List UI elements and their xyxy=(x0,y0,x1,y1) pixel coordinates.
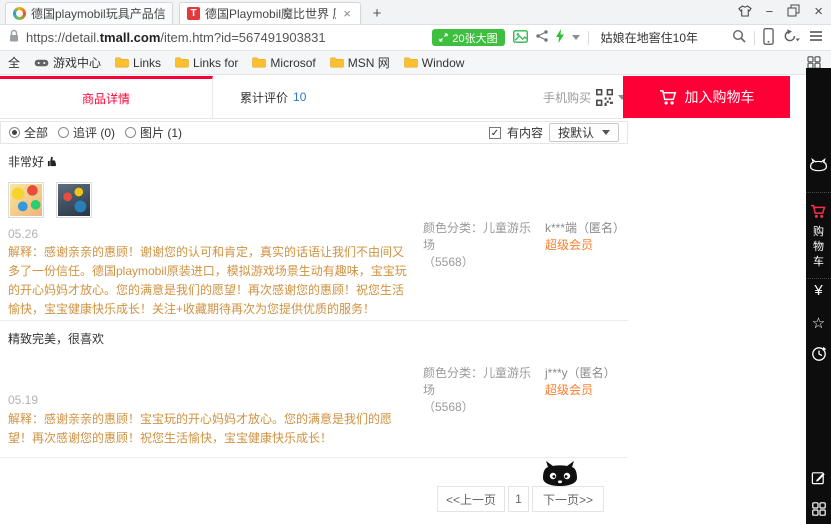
browser-tab-bar: 德国playmobil玩具产品信息介绍 T 德国Playmobil魔比世界 原装… xyxy=(0,0,831,25)
current-page-indicator: 1 xyxy=(508,486,529,512)
history-clock-icon[interactable] xyxy=(806,346,831,362)
review-date: 05.19 xyxy=(8,393,38,407)
lightning-icon[interactable] xyxy=(556,29,564,46)
browser-tab-search-result[interactable]: 德国playmobil玩具产品信息介绍 xyxy=(5,2,173,24)
seller-reply: 解释：感谢亲亲的惠顾！宝宝玩的开心妈妈才放心。您的满意是我们的愿望！再次感谢您的… xyxy=(8,410,410,448)
big-image-badge[interactable]: 20张大图 xyxy=(432,29,504,46)
minimize-button[interactable]: − xyxy=(766,5,774,18)
review-photos xyxy=(8,182,92,218)
side-dock: 购物车 ¥ ☆ xyxy=(806,68,831,524)
folder-icon xyxy=(252,57,266,68)
has-content-checkbox[interactable]: ✓ xyxy=(489,127,501,139)
tab-title: 德国Playmobil魔比世界 原装进口 xyxy=(205,5,336,22)
chevron-down-icon[interactable] xyxy=(572,35,580,40)
review-photo-thumbnail[interactable] xyxy=(8,182,44,218)
favorites-star-icon[interactable]: ☆ xyxy=(806,314,831,332)
sort-dropdown-button[interactable]: 按默认 xyxy=(549,123,619,142)
bookmark-folder[interactable]: Links xyxy=(111,56,165,70)
has-content-label: 有内容 xyxy=(507,124,543,141)
more-apps-grid-icon[interactable] xyxy=(806,502,831,516)
add-to-cart-button[interactable]: 加入购物车 xyxy=(623,76,790,118)
lock-icon xyxy=(8,29,20,46)
seller-reply: 解释：感谢亲亲的惠顾！谢谢您的认可和肯定，真实的话语让我们不由间又多了一份信任。… xyxy=(8,243,410,319)
bookmark-folder[interactable]: Microsof xyxy=(248,56,319,70)
filter-option-all[interactable]: 全部 xyxy=(9,124,48,141)
address-bar: https://detail.tmall.com/item.htm?id=567… xyxy=(0,25,831,51)
folder-icon xyxy=(115,57,129,68)
folder-icon xyxy=(404,57,418,68)
divider xyxy=(806,192,831,193)
tab-close-icon[interactable]: × xyxy=(341,6,353,21)
review-sku: 颜色分类：儿童游乐场（5568） xyxy=(423,365,541,416)
radio-icon xyxy=(58,127,69,138)
browser-tab-tmall-item[interactable]: T 德国Playmobil魔比世界 原装进口 × xyxy=(179,2,361,24)
close-window-button[interactable]: × xyxy=(814,4,823,19)
review-filter-bar: 全部 追评 (0) 图片 (1) ✓ 有内容 按默认 xyxy=(0,121,628,144)
tmall-cat-outline-icon[interactable] xyxy=(806,158,831,172)
cart-icon[interactable] xyxy=(806,204,831,219)
review-sku: 颜色分类：儿童游乐场（5568） xyxy=(423,220,541,271)
separator xyxy=(588,31,589,45)
album-icon[interactable] xyxy=(513,30,528,46)
tab-accumulated-reviews[interactable]: 累计评价10 xyxy=(240,76,306,118)
qr-code-icon xyxy=(596,89,613,106)
folder-icon xyxy=(330,57,344,68)
review-title: 非常好 xyxy=(8,153,58,170)
radio-icon xyxy=(9,127,20,138)
divider xyxy=(0,457,628,458)
address-bar-tools: 20张大图 姑娘在地窖住10年 xyxy=(432,28,823,48)
review-user: k***端（匿名）超级会员 xyxy=(545,220,630,254)
theme-shirt-icon[interactable] xyxy=(738,5,752,19)
asset-money-icon[interactable]: ¥ xyxy=(806,282,831,299)
radio-icon xyxy=(125,127,136,138)
filter-option-photos[interactable]: 图片 (1) xyxy=(125,124,182,141)
cart-vertical-label[interactable]: 购物车 xyxy=(806,225,831,270)
divider xyxy=(0,320,628,321)
divider xyxy=(806,278,831,279)
member-level-badge: 超级会员 xyxy=(545,382,630,399)
review-user: j***y（匿名）超级会员 xyxy=(545,365,630,399)
bookmarks-bar: 全 游戏中心 Links Links for Microsof MSN 网 Wi… xyxy=(0,51,831,75)
member-level-badge: 超级会员 xyxy=(545,237,630,254)
mobile-buy-widget[interactable]: 手机购买 xyxy=(543,76,626,118)
tmall-cat-icon xyxy=(538,460,582,489)
filter-option-append[interactable]: 追评 (0) xyxy=(58,124,115,141)
expand-arrows-icon xyxy=(439,33,448,42)
review-date: 05.26 xyxy=(8,227,38,241)
thumbs-up-icon xyxy=(47,156,58,167)
tmall-favicon-icon: T xyxy=(187,7,200,20)
window-controls: − × xyxy=(738,0,831,24)
tab-title: 德国playmobil玩具产品信息介绍 xyxy=(31,5,165,22)
separator xyxy=(754,31,755,45)
hot-search-text[interactable]: 姑娘在地窖住10年 xyxy=(597,29,724,46)
gamepad-icon xyxy=(34,58,49,68)
pagination: <<上一页 1 下一页>> xyxy=(437,486,604,512)
cart-icon xyxy=(659,89,678,106)
tab-product-detail[interactable]: 商品详情 xyxy=(0,76,213,118)
bookmark-folder[interactable]: Window xyxy=(400,56,469,70)
menu-icon[interactable] xyxy=(809,30,823,45)
folder-icon xyxy=(175,57,189,68)
bookmark-item[interactable]: 全 xyxy=(4,54,24,71)
search-icon[interactable] xyxy=(732,29,746,46)
phone-icon[interactable] xyxy=(763,28,774,48)
restore-window-button[interactable] xyxy=(787,4,800,19)
product-tab-row: 商品详情 累计评价10 手机购买 xyxy=(0,76,628,119)
search-engine-favicon-icon xyxy=(13,7,26,20)
new-tab-button[interactable]: + xyxy=(365,4,389,24)
review-photo-thumbnail[interactable] xyxy=(56,182,92,218)
prev-page-button[interactable]: <<上一页 xyxy=(437,486,505,512)
chevron-down-icon xyxy=(602,130,610,135)
tmall-review-page: 商品详情 累计评价10 手机购买 加入购物车 全部 追评 (0) 图片 (1) xyxy=(0,75,806,524)
url-text[interactable]: https://detail.tmall.com/item.htm?id=567… xyxy=(26,30,326,45)
review-title: 精致完美，很喜欢 xyxy=(8,330,104,347)
browser-window: 德国playmobil玩具产品信息介绍 T 德国Playmobil魔比世界 原装… xyxy=(0,0,831,524)
bookmark-folder[interactable]: MSN 网 xyxy=(326,54,394,71)
undo-history-icon[interactable] xyxy=(782,29,801,46)
feedback-pencil-icon[interactable] xyxy=(806,470,831,485)
bookmark-item-game-center[interactable]: 游戏中心 xyxy=(30,54,105,71)
bookmark-folder[interactable]: Links for xyxy=(171,56,242,70)
share-icon[interactable] xyxy=(536,30,548,45)
next-page-button[interactable]: 下一页>> xyxy=(532,486,604,512)
